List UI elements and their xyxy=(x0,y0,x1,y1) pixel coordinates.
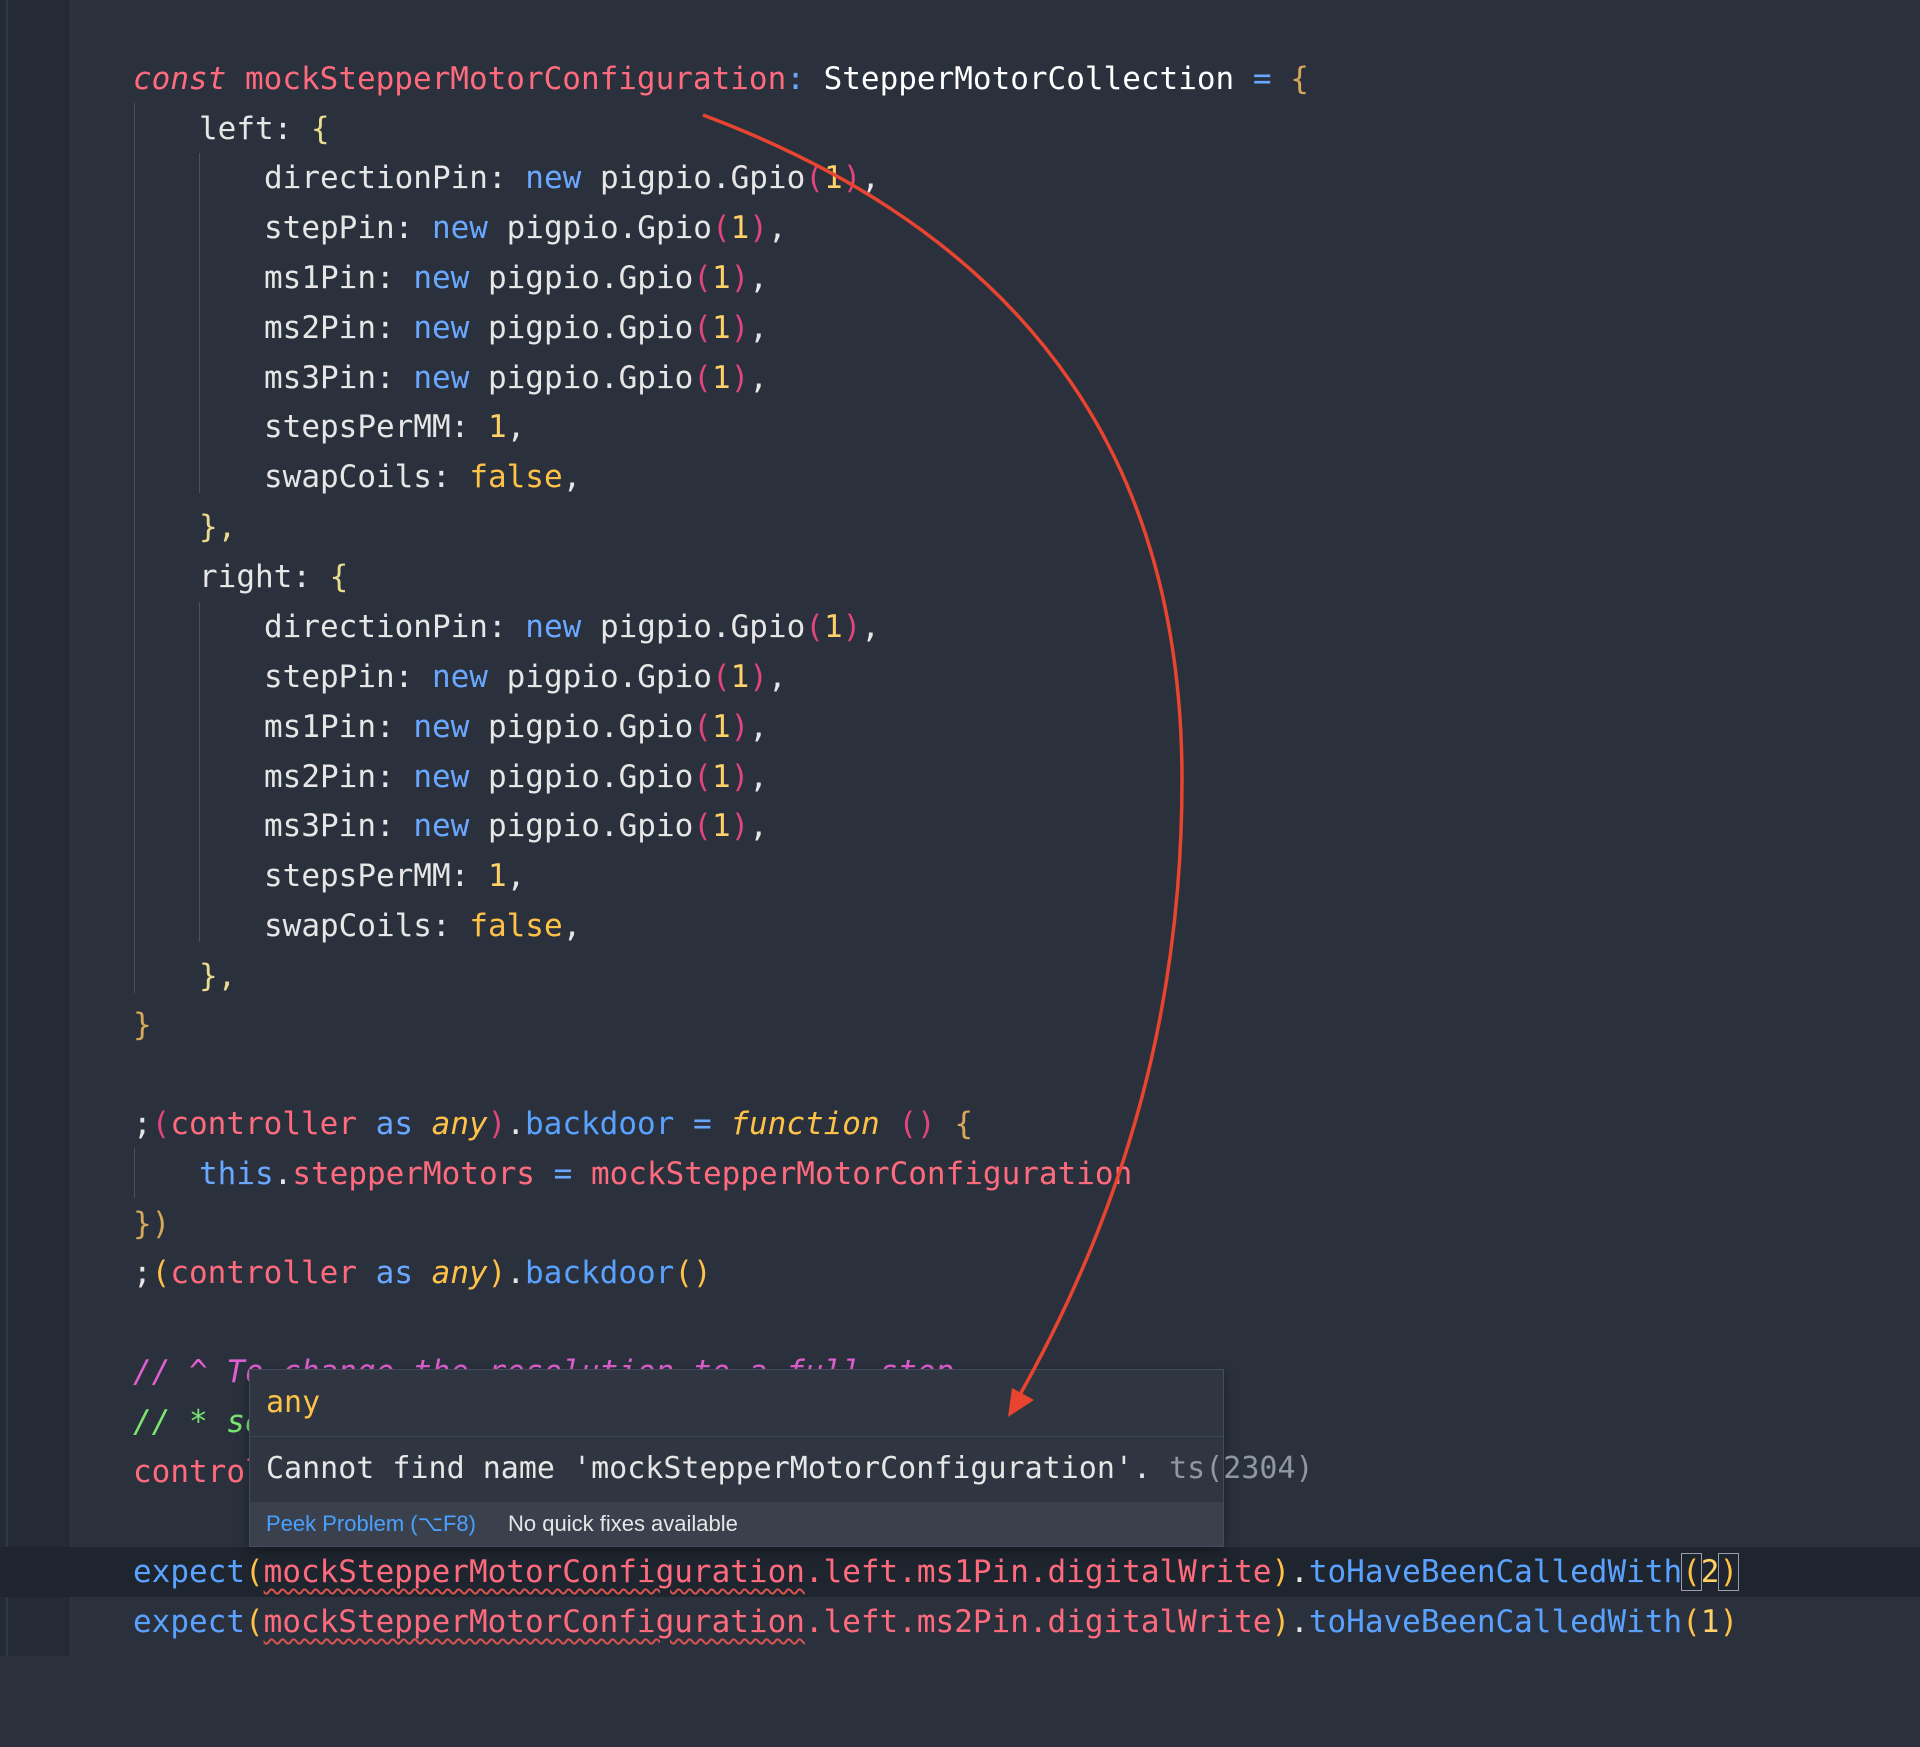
annotation-arrow xyxy=(702,113,1184,1417)
